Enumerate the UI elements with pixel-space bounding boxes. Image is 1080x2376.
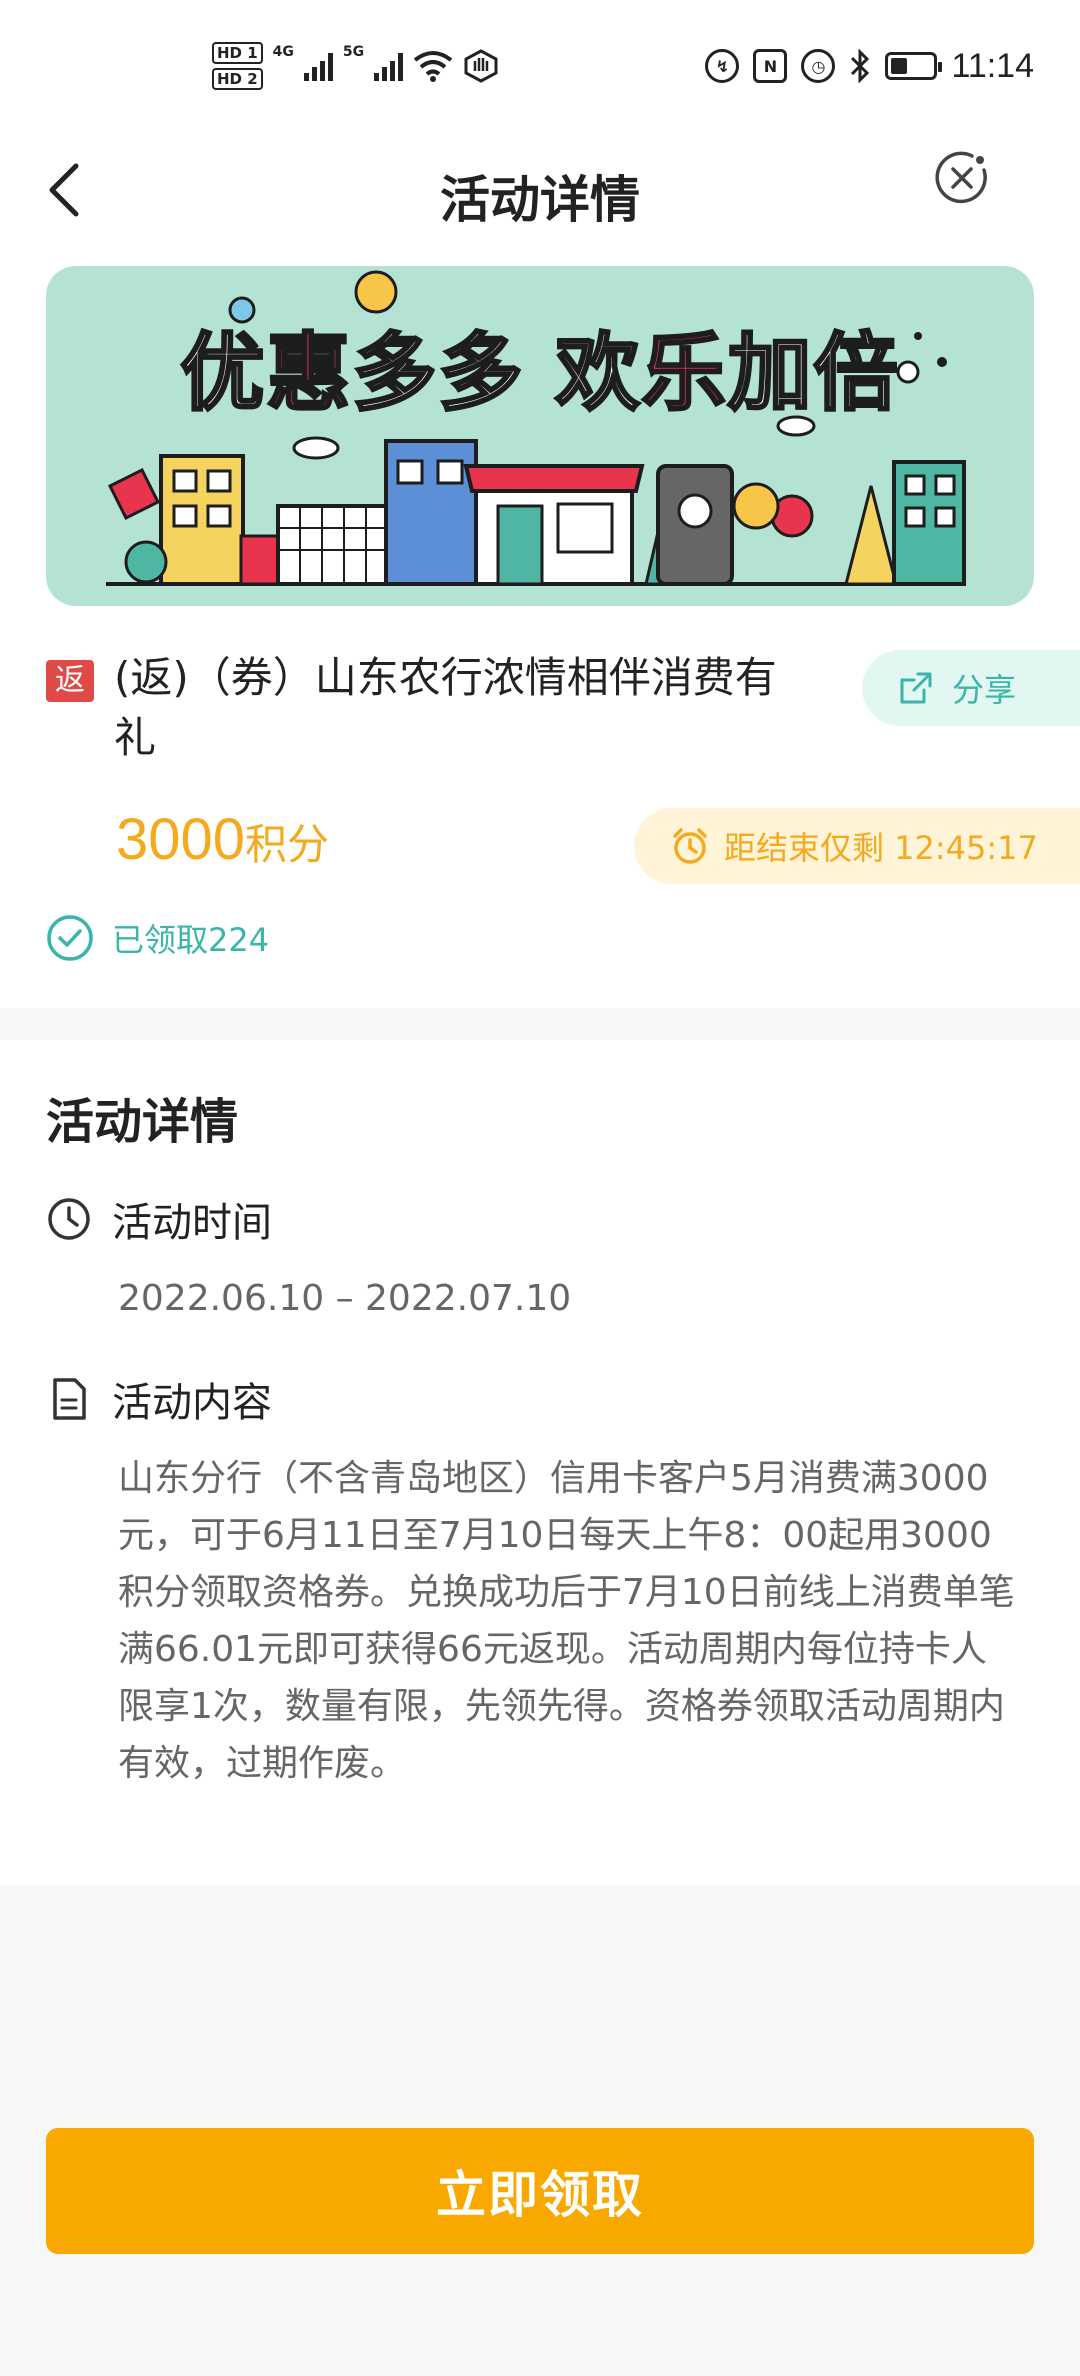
share-button[interactable]: 分享 <box>862 650 1080 726</box>
hd1-badge: HD 1 <box>212 42 263 64</box>
promo-banner[interactable]: 优惠多多 欢乐加倍 <box>46 266 1034 606</box>
content-row: 活动内容 <box>46 1370 272 1428</box>
claimed-text: 已领取224 <box>112 921 270 959</box>
banner-illustration <box>106 270 966 586</box>
hd-badges: HD 1 HD 2 <box>212 42 263 90</box>
signal-icon <box>303 51 333 81</box>
network-type-1: 4G <box>272 44 294 60</box>
check-circle-icon <box>47 915 93 961</box>
close-icon[interactable] <box>932 148 992 208</box>
network-type-2: 5G <box>342 44 365 60</box>
content-label: 活动内容 <box>112 1380 272 1426</box>
signal-icon-2 <box>374 51 404 81</box>
share-label: 分享 <box>952 671 1017 709</box>
points-value: 3000 <box>116 807 246 872</box>
status-right: ↯ N ◷ 11:14 <box>705 44 1034 88</box>
details-card: 活动详情 活动时间 2022.06.10 – 2022.07.10 活动内容 山… <box>0 1040 1080 1885</box>
time-value: 2022.06.10 – 2022.07.10 <box>118 1278 572 1319</box>
data-saver-icon: ↯ <box>705 49 740 83</box>
time-row: 活动时间 <box>46 1190 272 1248</box>
clock-time: 11:14 <box>951 46 1034 85</box>
rebate-tag: 返 <box>46 660 94 702</box>
clock-icon <box>48 1198 90 1240</box>
content-text: 山东分行（不含青岛地区）信用卡客户5月消费满3000元，可于6月11日至7月10… <box>118 1458 1015 1784</box>
claimed-count: 已领取224 <box>46 914 269 962</box>
nfc-icon: N <box>753 49 788 83</box>
bluetooth-icon <box>851 49 870 83</box>
countdown-badge: 距结束仅剩 12:45:17 <box>634 808 1080 884</box>
activity-title: (返)（券）山东农行浓情相伴消费有礼 <box>114 653 777 762</box>
hand-icon <box>464 49 498 83</box>
countdown-text: 距结束仅剩 12:45:17 <box>724 829 1038 867</box>
battery-icon <box>885 52 943 80</box>
alarm-clock-icon <box>673 828 707 864</box>
details-heading: 活动详情 <box>46 1094 239 1150</box>
wifi-icon <box>413 51 453 82</box>
activity-card: 优惠多多 欢乐加倍 返 (返)（券）山东农行浓情相伴消费有礼 分享 3000积分… <box>0 250 1080 1008</box>
time-label: 活动时间 <box>112 1200 272 1246</box>
points-unit: 积分 <box>245 820 330 869</box>
nav-bar: 活动详情 <box>0 130 1080 250</box>
page-title: 活动详情 <box>440 171 640 229</box>
document-icon <box>53 1378 86 1420</box>
alarm-icon: ◷ <box>801 49 836 83</box>
share-icon <box>900 672 932 704</box>
claim-button[interactable]: 立即领取 <box>46 2128 1034 2254</box>
points-price: 3000积分 <box>116 806 329 873</box>
status-left: HD 1 HD 2 4G 5G <box>212 36 499 96</box>
status-bar: HD 1 HD 2 4G 5G ↯ N ◷ 11:14 <box>0 0 1080 130</box>
hd2-badge: HD 2 <box>212 68 263 90</box>
